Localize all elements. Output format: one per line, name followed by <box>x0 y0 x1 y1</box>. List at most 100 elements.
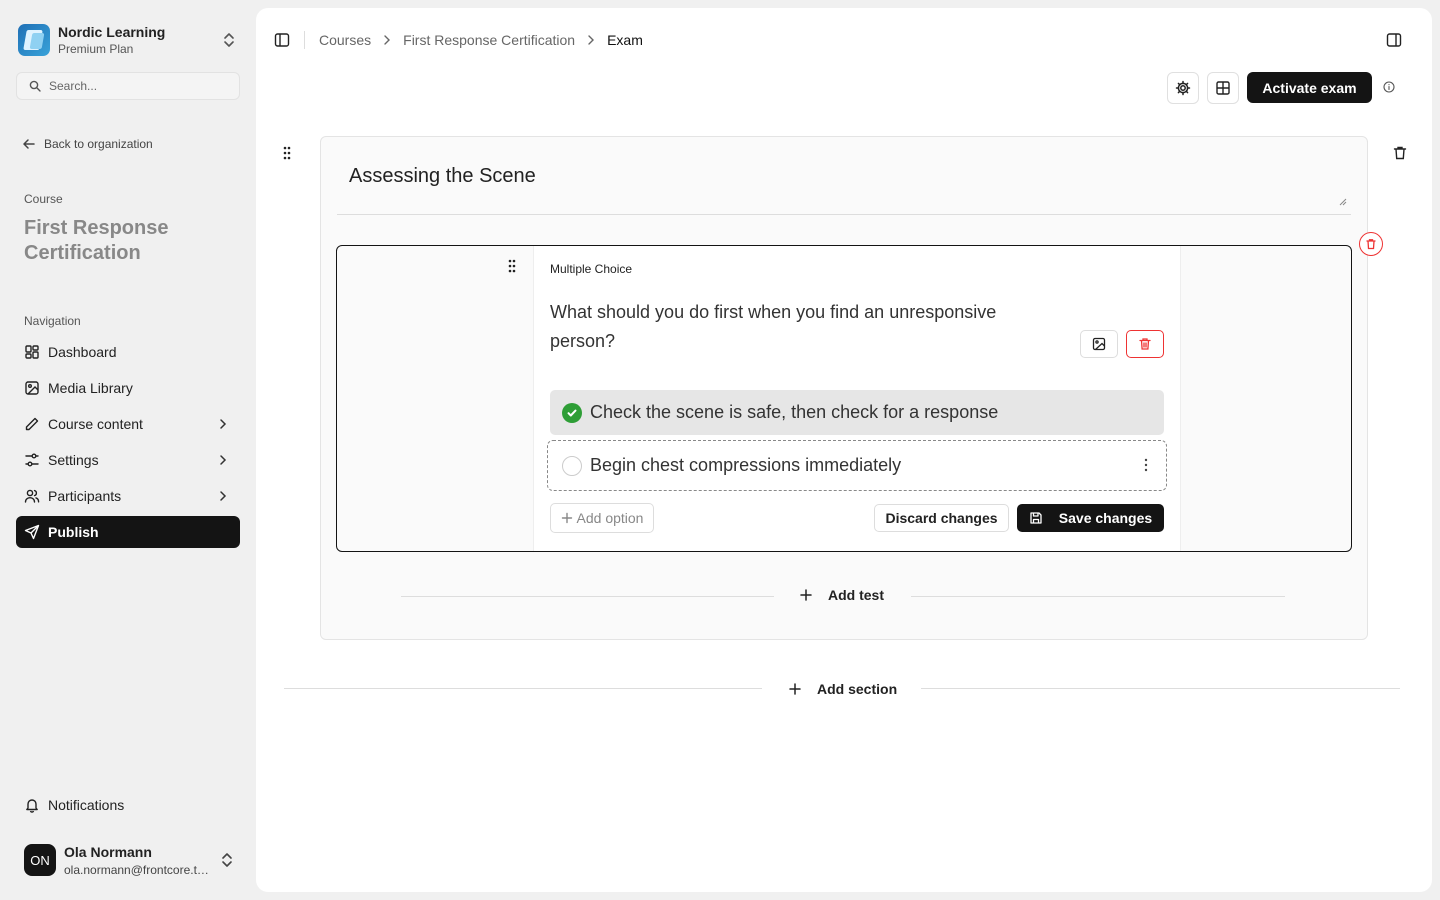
add-section-row: Add section <box>284 675 1400 701</box>
answer-radio[interactable] <box>562 455 582 476</box>
sidebar-item-course-content[interactable]: Course content <box>16 408 240 440</box>
sidebar-item-label: Dashboard <box>48 344 117 360</box>
section-title-box <box>337 157 1351 215</box>
divider <box>304 31 305 49</box>
sidebar-item-media-library[interactable]: Media Library <box>16 372 240 404</box>
org-name: Nordic Learning <box>58 23 166 40</box>
sidebar-nav: Dashboard Media Library Course content S… <box>16 336 240 552</box>
check-circle-icon <box>562 402 582 423</box>
exam-settings-button[interactable] <box>1167 72 1199 104</box>
user-email: ola.normann@frontcore.tech <box>64 863 214 877</box>
chevron-right-icon <box>216 489 230 503</box>
chevron-right-icon <box>585 34 597 46</box>
breadcrumb-course[interactable]: First Response Certification <box>403 32 575 48</box>
pencil-icon <box>24 416 40 432</box>
add-test-button[interactable]: Add test <box>800 587 884 603</box>
answer-option-input[interactable] <box>590 455 1110 476</box>
course-title: First Response Certification <box>24 217 169 264</box>
layout-button[interactable] <box>1207 72 1239 104</box>
course-label: Course <box>24 192 63 206</box>
chevron-right-icon <box>216 453 230 467</box>
exam-section: Multiple Choice What should you do first… <box>320 136 1383 640</box>
add-section-button[interactable]: Add section <box>789 681 897 697</box>
section-title-input[interactable] <box>349 165 1249 188</box>
add-option-label: Add option <box>576 510 644 526</box>
sliders-icon <box>24 452 40 468</box>
question-type-label: Multiple Choice <box>550 262 633 276</box>
answer-option-correct[interactable]: Check the scene is safe, then check for … <box>550 390 1164 435</box>
search-icon <box>29 80 41 92</box>
save-icon <box>1029 511 1043 525</box>
chevron-right-icon <box>216 417 230 431</box>
sidebar-item-settings[interactable]: Settings <box>16 444 240 476</box>
divider <box>401 596 774 597</box>
navigation-label: Navigation <box>24 314 81 328</box>
dashboard-icon <box>24 344 40 360</box>
chevrons-up-down-icon <box>222 32 236 48</box>
sidebar-item-dashboard[interactable]: Dashboard <box>16 336 240 368</box>
arrow-left-icon <box>22 137 36 151</box>
sidebar-item-label: Course content <box>48 416 143 432</box>
divider <box>911 596 1285 597</box>
user-menu[interactable]: ON Ola Normann ola.normann@frontcore.tec… <box>24 838 240 882</box>
delete-question-content-button[interactable] <box>1126 330 1164 358</box>
answer-option-editing <box>547 440 1167 491</box>
add-option-button[interactable]: Add option <box>550 503 654 533</box>
add-section-label: Add section <box>817 681 898 697</box>
org-switcher[interactable]: Nordic Learning Premium Plan <box>18 22 240 58</box>
delete-question-button[interactable] <box>1359 232 1383 256</box>
save-changes-button[interactable]: Save changes <box>1017 504 1164 532</box>
sidebar-item-label: Media Library <box>48 380 133 396</box>
bell-icon <box>24 797 40 813</box>
resize-handle-icon[interactable] <box>1339 198 1347 206</box>
activate-exam-button[interactable]: Activate exam <box>1247 72 1372 103</box>
info-icon[interactable] <box>1383 81 1395 93</box>
breadcrumb-courses[interactable]: Courses <box>319 32 371 48</box>
gear-icon <box>1175 80 1191 96</box>
question-drag-handle-icon[interactable] <box>507 259 517 273</box>
question-text[interactable]: What should you do first when you find a… <box>550 298 1050 356</box>
org-logo <box>18 24 50 56</box>
sidebar-item-publish[interactable]: Publish <box>16 516 240 548</box>
image-icon <box>1092 337 1106 351</box>
section-drag-handle-icon[interactable] <box>282 146 292 160</box>
trash-icon <box>1138 337 1152 351</box>
plus-icon <box>561 512 573 524</box>
search-box[interactable] <box>16 72 240 100</box>
user-name: Ola Normann <box>64 844 152 860</box>
sidebar-toggle-icon[interactable] <box>274 32 290 48</box>
sidebar-item-label: Participants <box>48 488 122 504</box>
sidebar: Nordic Learning Premium Plan Back to org… <box>0 0 256 900</box>
question-card: Multiple Choice What should you do first… <box>533 232 1383 551</box>
main-panel: Courses First Response Certification Exa… <box>256 8 1432 892</box>
back-to-organization-link[interactable]: Back to organization <box>22 137 153 151</box>
back-link-label: Back to organization <box>44 137 153 151</box>
users-icon <box>24 488 40 504</box>
image-icon <box>24 380 40 396</box>
more-vertical-icon[interactable] <box>1144 458 1148 472</box>
add-test-label: Add test <box>828 587 884 603</box>
trash-icon <box>1365 238 1377 250</box>
divider <box>921 688 1400 689</box>
save-changes-label: Save changes <box>1058 510 1153 526</box>
plus-icon <box>789 683 801 695</box>
chevron-right-icon <box>381 34 393 46</box>
question-block: Multiple Choice What should you do first… <box>336 232 1383 552</box>
add-image-button[interactable] <box>1080 330 1118 358</box>
add-test-row: Add test <box>401 583 1285 609</box>
notifications-label: Notifications <box>48 797 125 813</box>
breadcrumb-current: Exam <box>607 32 643 48</box>
avatar: ON <box>24 844 56 876</box>
sidebar-item-participants[interactable]: Participants <box>16 480 240 512</box>
notifications-link[interactable]: Notifications <box>24 797 124 813</box>
breadcrumb: Courses First Response Certification Exa… <box>319 32 643 48</box>
search-input[interactable] <box>49 79 229 93</box>
chevrons-up-down-icon <box>220 852 234 868</box>
sidebar-item-label: Settings <box>48 452 99 468</box>
sidebar-item-label: Publish <box>48 524 99 540</box>
plus-icon <box>800 589 812 601</box>
discard-changes-button[interactable]: Discard changes <box>874 504 1009 532</box>
right-panel-toggle-icon[interactable] <box>1386 32 1402 48</box>
org-plan: Premium Plan <box>58 41 134 56</box>
delete-section-icon[interactable] <box>1392 145 1408 161</box>
